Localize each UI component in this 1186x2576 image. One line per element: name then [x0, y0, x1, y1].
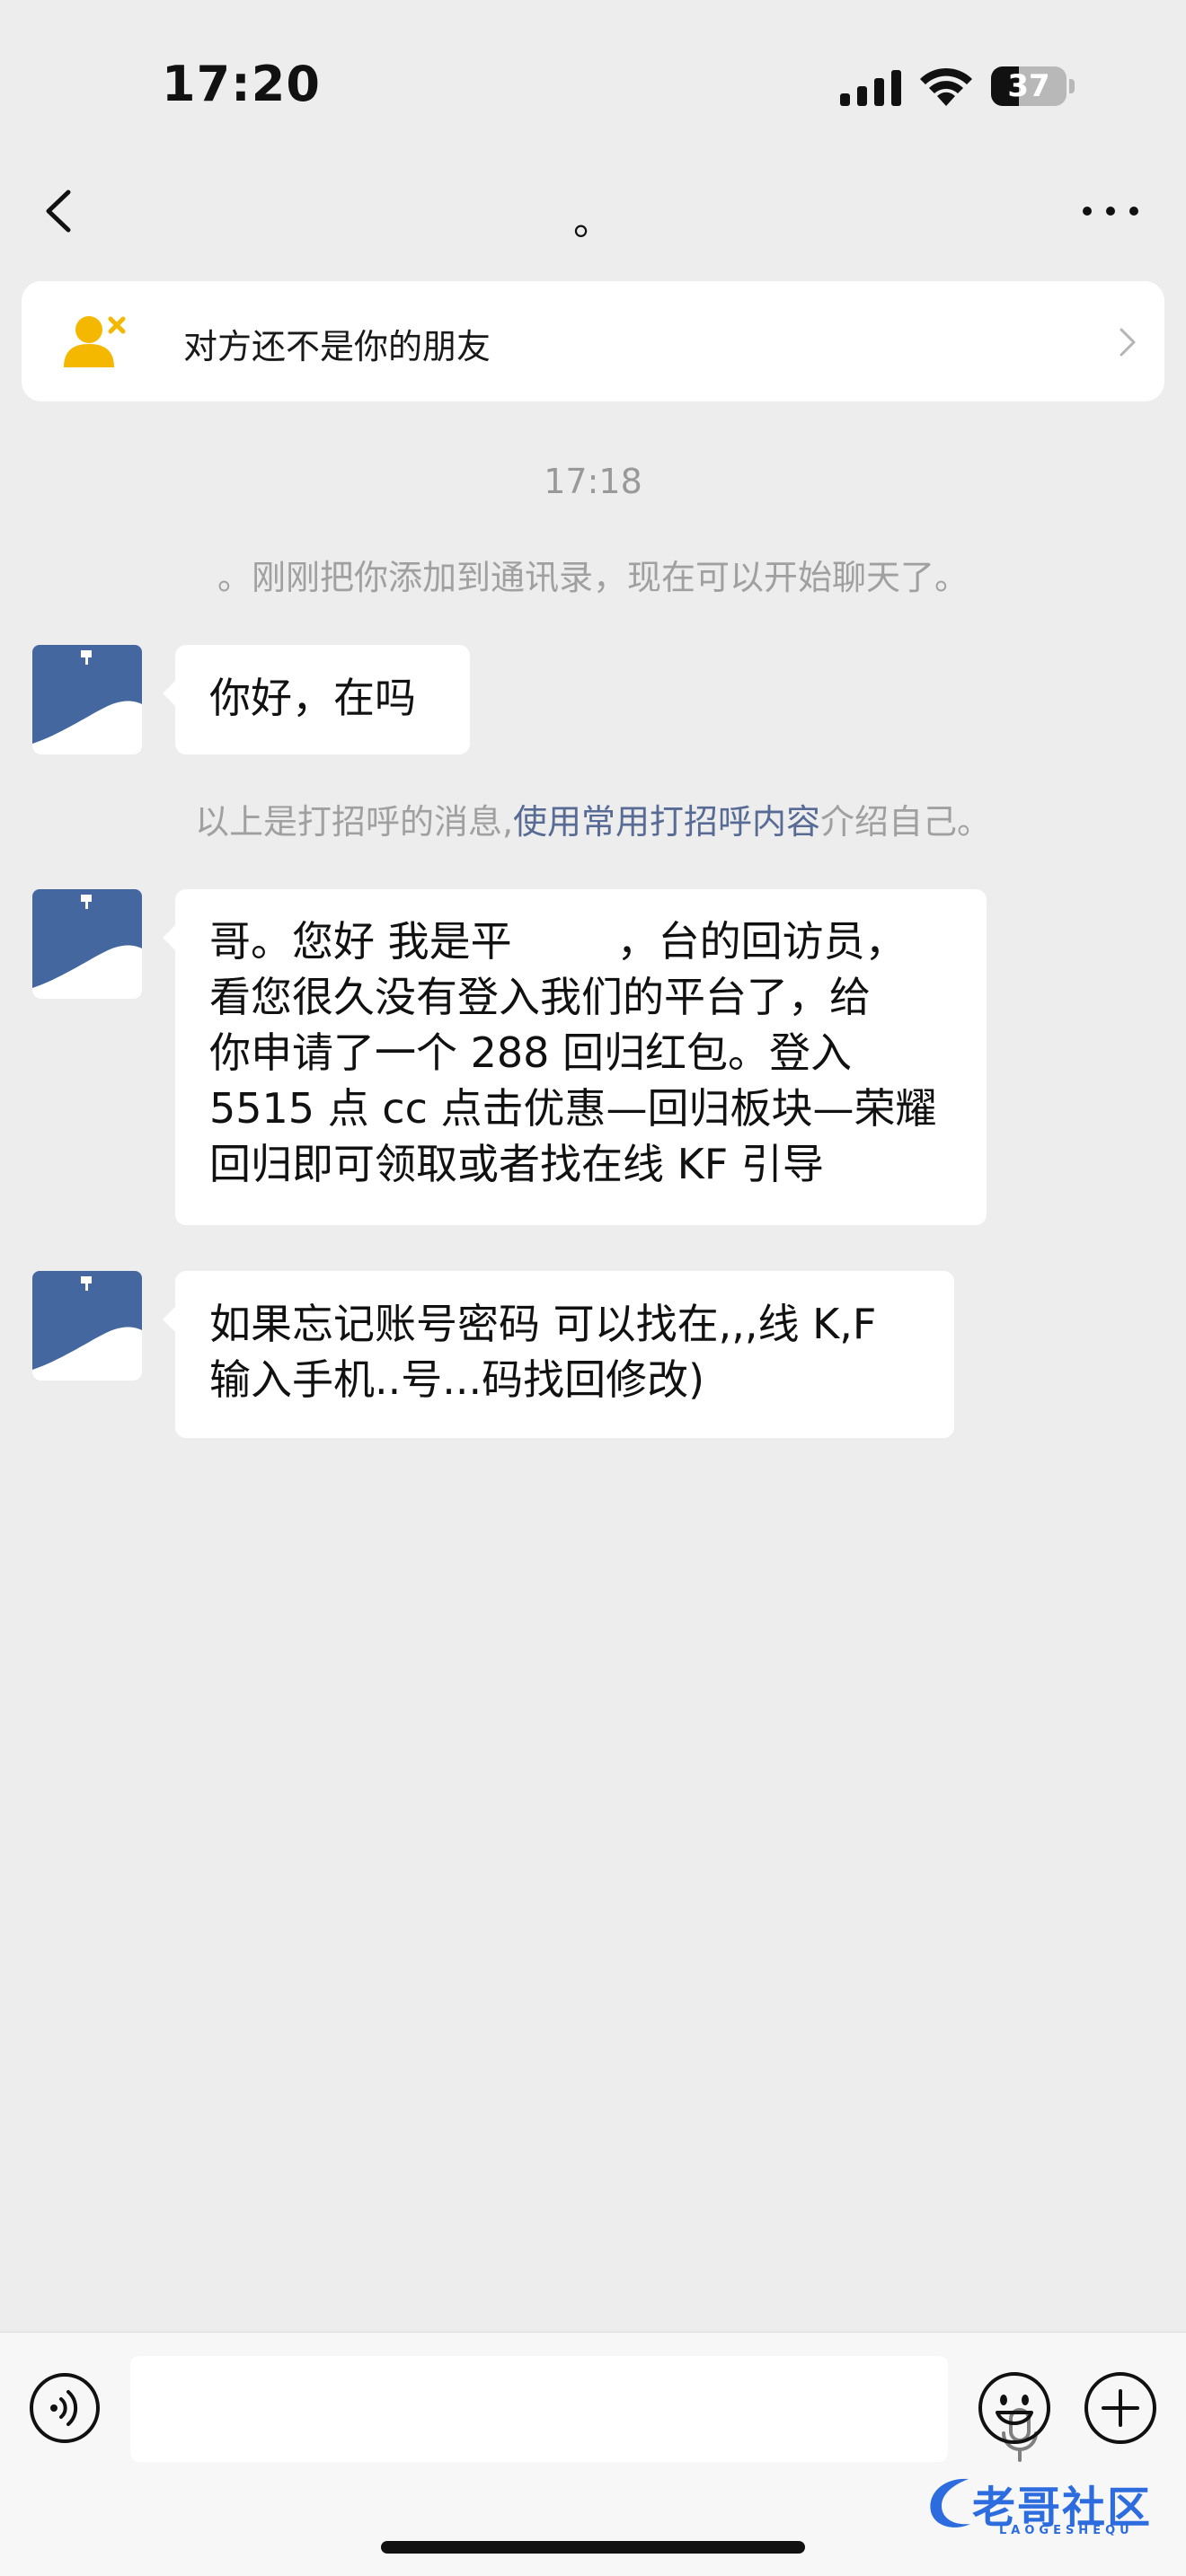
wifi-icon [920, 67, 972, 106]
watermark: 老哥社区 LAOGESHEQU [922, 2466, 1170, 2547]
message-bubble[interactable]: 如果忘记账号密码 可以找在,,,线 K,F 输入手机..号...码找回修改) [163, 1271, 954, 1438]
more-options-button[interactable] [1075, 189, 1146, 234]
voice-icon[interactable] [29, 2372, 101, 2444]
not-friend-label: 对方还不是你的朋友 [183, 327, 491, 366]
nav-bar: 。 [0, 153, 1186, 269]
common-greeting-link[interactable]: 使用常用打招呼内容 [513, 802, 820, 842]
message-line: 如果忘记账号密码 可以找在,,,线 K,F [209, 1300, 877, 1348]
message-line: 你好，在吗 [209, 674, 416, 722]
dragon-logo-icon [930, 2478, 970, 2527]
home-indicator[interactable] [381, 2541, 805, 2554]
emoji-icon[interactable] [978, 2371, 1051, 2445]
message-input[interactable] [130, 2356, 1038, 2462]
message-line: 你申请了一个 288 回归红包。登入 [209, 1028, 853, 1077]
sender-avatar[interactable] [32, 645, 142, 754]
sender-avatar[interactable] [32, 1271, 142, 1381]
sender-avatar[interactable] [32, 889, 142, 999]
greeting-hint-suffix: 介绍自己。 [820, 802, 992, 842]
greeting-hint-prefix: 以上是打招呼的消息, [194, 802, 514, 842]
status-time: 17:20 [162, 56, 321, 112]
message-line: 输入手机..号...码找回修改) [209, 1355, 705, 1404]
battery-indicator: 37 [991, 66, 1075, 106]
not-friend-banner[interactable]: 对方还不是你的朋友 [22, 281, 1164, 401]
message-line: 看您很久没有登入我们的平台了，给 [209, 973, 871, 1021]
chevron-right-icon [1120, 328, 1136, 357]
greeting-hint: 以上是打招呼的消息,使用常用打招呼内容介绍自己。 [0, 794, 1186, 843]
status-bar: 17:20 37 [0, 0, 1186, 153]
watermark-subtext: LAOGESHEQU [999, 2524, 1134, 2537]
battery-level: 37 [1007, 68, 1050, 104]
person-remove-icon [64, 316, 126, 367]
chat-title: 。 [573, 198, 613, 244]
plus-icon[interactable] [1084, 2371, 1157, 2445]
system-added-message: 。刚刚把你添加到通讯录，现在可以开始聊天了。 [217, 558, 969, 597]
back-button[interactable] [36, 180, 90, 243]
message-line: 哥。您好 我是平 ，台的回访员， [209, 917, 907, 966]
message-bubble[interactable]: 你好，在吗 [163, 645, 470, 754]
message-bubble[interactable]: 哥。您好 我是平 ，台的回访员， 看您很久没有登入我们的平台了，给 你申请了一个… [163, 889, 987, 1225]
message-timestamp: 17:18 [544, 462, 642, 501]
cellular-signal-icon [840, 70, 901, 106]
message-line: 回归即可领取或者找在线 KF 引导 [209, 1140, 824, 1188]
message-line: 5515 点 cc 点击优惠—回归板块—荣耀 [209, 1084, 937, 1133]
